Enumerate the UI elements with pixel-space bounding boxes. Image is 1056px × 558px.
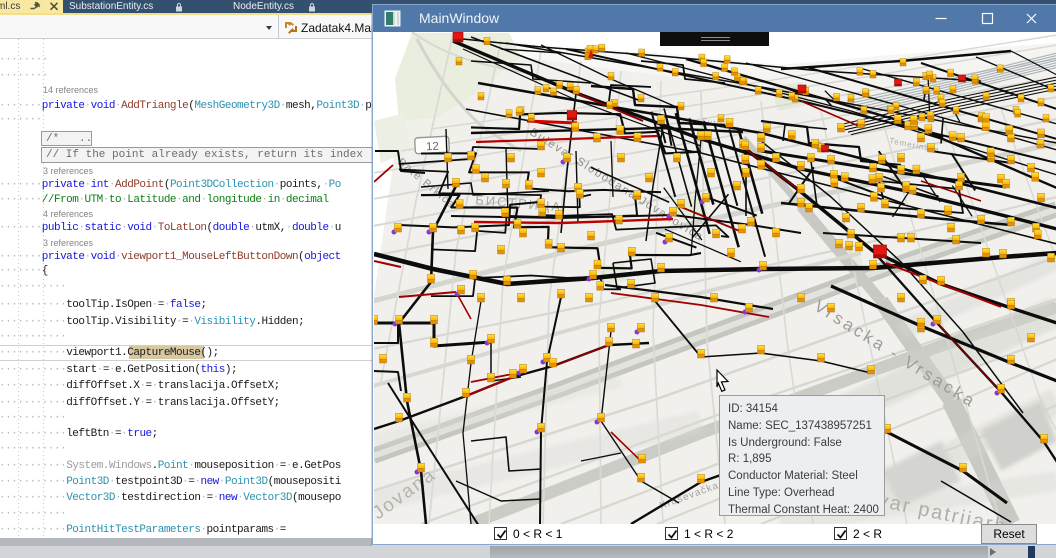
svg-text:12: 12	[426, 141, 439, 154]
